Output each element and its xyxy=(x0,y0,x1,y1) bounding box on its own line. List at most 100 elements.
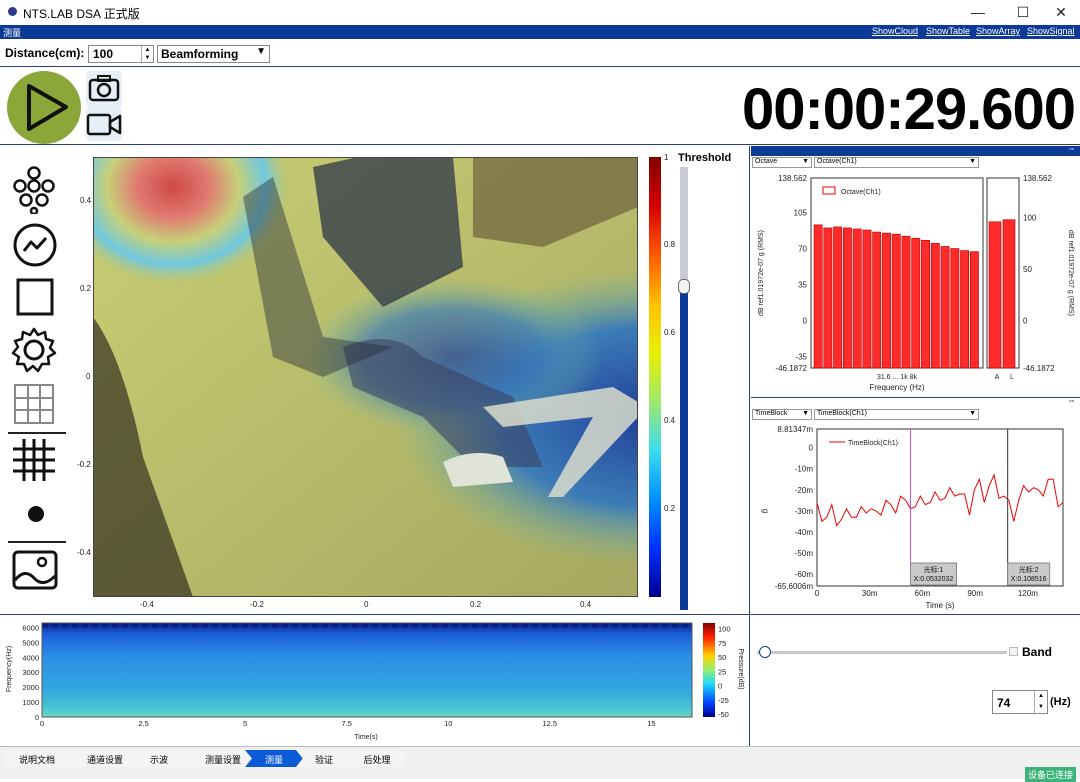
spectrogram-band-stripe xyxy=(162,623,168,628)
app-logo-icon xyxy=(8,7,17,16)
threshold-slider-thumb[interactable] xyxy=(678,279,690,294)
threshold-label: Threshold xyxy=(678,152,732,164)
spectrogram-band-stripe xyxy=(372,623,378,628)
octave-bar xyxy=(842,227,852,369)
cursor-2-name: 光标:2 xyxy=(1019,565,1039,574)
elapsed-timer: 00:00:29.600 xyxy=(741,77,1076,142)
spectrogram-band-stripe xyxy=(652,623,658,628)
heat-x-tick: -0.4 xyxy=(140,600,154,609)
spectrogram-band-stripe xyxy=(202,623,208,628)
spectrogram-band-stripe xyxy=(362,623,368,628)
step-verify[interactable]: 验证 xyxy=(296,750,352,767)
time-channel-select[interactable]: TimeBlock(Ch1) ▼ xyxy=(814,409,979,420)
image-overlay-button[interactable] xyxy=(10,548,58,592)
octave-channel-select[interactable]: Octave(Ch1) ▼ xyxy=(814,157,979,168)
colorbar-tick: 0.8 xyxy=(664,240,676,249)
spec-y-tick: 1000 xyxy=(22,698,39,707)
step-postprocess[interactable]: 后处理 xyxy=(346,750,408,767)
trend-chart-icon xyxy=(13,223,57,267)
grid-view-button[interactable] xyxy=(10,382,58,426)
spectrogram-band-stripe xyxy=(292,623,298,628)
spectrogram-band-stripe xyxy=(572,623,578,628)
time-y-tick: -50m xyxy=(795,549,814,558)
time-x-tick: 60m xyxy=(915,589,931,598)
step-docs[interactable]: 说明文档 xyxy=(0,750,74,767)
spectrogram-band-stripe xyxy=(332,623,338,628)
spectrogram-band-stripe xyxy=(232,623,238,628)
play-button[interactable] xyxy=(7,71,81,144)
octave-bar xyxy=(862,229,872,369)
spectrogram-band-stripe xyxy=(62,623,68,628)
spectrogram-band-stripe xyxy=(52,623,58,628)
spectrogram-band-stripe xyxy=(122,623,128,628)
spectrogram-band-stripe xyxy=(492,623,498,628)
time-y-tick: -30m xyxy=(795,507,814,516)
spectrogram-band-stripe xyxy=(482,623,488,628)
octave-x-label: Frequency (Hz) xyxy=(869,383,924,392)
minimize-button[interactable]: — xyxy=(963,2,993,22)
spectrogram-band-stripe xyxy=(432,623,438,628)
toolbar: Distance(cm): 100 ▲ ▼ Beamforming ▼ xyxy=(0,40,1080,67)
show-table-link[interactable]: ShowTable xyxy=(926,26,970,36)
settings-button[interactable] xyxy=(10,326,58,373)
cursor-2-value: X:0.108516 xyxy=(1011,576,1047,583)
mesh-view-button[interactable] xyxy=(10,437,58,481)
spectrogram-band-stripe xyxy=(222,623,228,628)
spec-colorbar-tick: 0 xyxy=(718,682,722,691)
octave-legend-swatch xyxy=(822,186,836,195)
spectrogram-band-stripe xyxy=(182,623,188,628)
snapshot-button[interactable] xyxy=(86,71,122,107)
band-hz-spinbox[interactable]: 74 ▲ ▼ xyxy=(992,690,1048,714)
step-measure[interactable]: 测量 xyxy=(245,750,303,767)
spectrogram-band-stripe xyxy=(662,623,668,628)
spectrogram-band-stripe xyxy=(242,623,248,628)
octave-type-select[interactable]: Octave ▼ xyxy=(752,157,812,168)
step-scope[interactable]: 示波 xyxy=(126,750,192,767)
time-y-tick: -60m xyxy=(795,570,814,579)
spin-arrows-icon[interactable]: ▲ ▼ xyxy=(141,46,153,62)
heat-x-tick: 0.4 xyxy=(580,600,592,609)
show-cloud-link[interactable]: ShowCloud xyxy=(872,26,918,36)
octave-bar xyxy=(891,233,901,369)
octave-bar xyxy=(969,251,979,369)
time-type-select[interactable]: TimeBlock ▼ xyxy=(752,409,812,420)
panel-float-icon[interactable]: ▫▫ xyxy=(1069,398,1074,405)
time-block-chart: 8.81347m 0 -10m -20m -30m -40m -50m -60m -65.600… xyxy=(761,425,1064,610)
time-plot-area xyxy=(816,428,1064,587)
heat-y-tick: -0.4 xyxy=(77,548,91,557)
band-checkbox[interactable] xyxy=(1009,647,1018,656)
method-select[interactable]: Beamforming ▼ xyxy=(157,45,270,63)
heat-x-tick: -0.2 xyxy=(250,600,264,609)
spectrogram-band-stripe xyxy=(82,623,88,628)
workflow-bar: 说明文档 通道设置 示波 测量设置 测量 验证 后处理 设备已连接 xyxy=(0,746,1080,782)
octave-bar xyxy=(882,232,891,369)
spin-arrows-icon[interactable]: ▲ ▼ xyxy=(1034,691,1047,713)
spec-y-tick: 0 xyxy=(35,713,39,722)
record-button[interactable] xyxy=(86,107,122,141)
time-y-tick: -40m xyxy=(795,528,814,537)
heat-y-tick: 0 xyxy=(86,372,91,381)
close-button[interactable]: ✕ xyxy=(1046,2,1076,22)
octave-y-tick: -35 xyxy=(795,352,807,361)
tab-measure[interactable]: 测量 xyxy=(3,26,21,39)
maximize-button[interactable]: ☐ xyxy=(1008,2,1038,22)
distance-spinbox[interactable]: 100 ▲ ▼ xyxy=(88,45,154,63)
octave-y-label: dB ref1.01972e-07 g (RMS) xyxy=(758,230,765,316)
show-array-link[interactable]: ShowArray xyxy=(976,26,1020,36)
spectrogram-band-stripe xyxy=(532,623,538,628)
panel-float-icon[interactable]: ▫▫ xyxy=(1069,146,1074,153)
time-x-tick: 30m xyxy=(862,589,878,598)
point-mode-button[interactable] xyxy=(10,496,58,540)
stop-button[interactable] xyxy=(10,276,58,320)
colorbar-tick: 0.6 xyxy=(664,328,676,337)
time-x-tick: 0 xyxy=(815,589,820,598)
band-slider-track[interactable] xyxy=(757,651,1007,654)
time-legend-label: TimeBlock(Ch1) xyxy=(848,440,898,447)
spec-y-tick: 5000 xyxy=(22,638,39,647)
show-signal-link[interactable]: ShowSignal xyxy=(1027,26,1075,36)
octave-bar xyxy=(921,239,930,369)
octave-y-label-right: dB ref1.01972e-07 g (RMS) xyxy=(1067,230,1074,316)
trend-view-button[interactable] xyxy=(10,222,58,267)
array-view-button[interactable] xyxy=(10,166,58,216)
band-slider-thumb[interactable] xyxy=(759,646,771,658)
